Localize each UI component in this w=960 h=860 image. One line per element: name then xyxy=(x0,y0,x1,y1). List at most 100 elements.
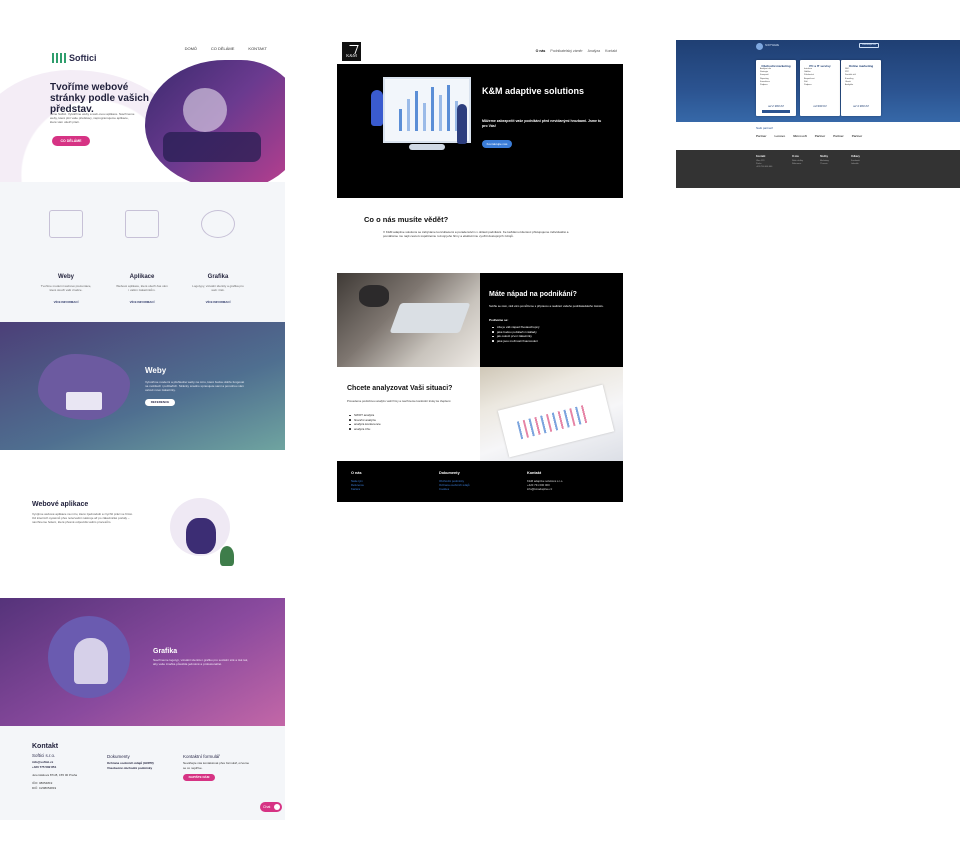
partner-logo: Partner xyxy=(756,134,767,138)
hero-cta-button[interactable]: CO DĚLÁME xyxy=(52,136,90,146)
partner-logo: Partner xyxy=(833,134,844,138)
feature-grid: Máte nápad na podnikání? Svěřte se nám, … xyxy=(337,273,623,461)
footer-row: +420 700 000 000 xyxy=(756,166,773,168)
service-link[interactable]: VÍCE INFORMACÍ xyxy=(178,300,258,304)
service-desc: Tvoříme moderní webové prezentace, které… xyxy=(40,284,92,292)
nav-item-plan[interactable]: Podnikatelský záměr xyxy=(550,49,582,53)
header-contact-button[interactable]: Kontaktujte nás xyxy=(859,43,879,48)
gdpr-link[interactable]: Ochrana osobních údajů (GDPR) xyxy=(107,761,154,765)
pricing-card: PC a IT servisy Instalace Údržba Zálohov… xyxy=(800,60,840,116)
nav-item-contact[interactable]: Kontakt xyxy=(605,49,617,53)
phone-link[interactable]: +420 775 582 851 xyxy=(32,765,56,769)
km-hero: K&M adaptive solutions Můžeme zabezpečit… xyxy=(337,64,623,198)
service-desc: Webové aplikace, které ušetří čas vám i … xyxy=(116,284,168,292)
laptop-photo xyxy=(337,273,480,367)
grafika-illustration xyxy=(48,616,130,698)
easel-base xyxy=(409,144,445,150)
weby-desc: Vytvoříme moderní a přehledné weby na mí… xyxy=(145,380,245,392)
idea-block: Máte nápad na podnikání? Svěřte se nám, … xyxy=(480,273,623,367)
hero-contact-button[interactable]: Kontaktujte nás xyxy=(482,140,512,148)
app-window-icon xyxy=(125,210,159,238)
hero-title: Tvoříme webové stránky podle vašich před… xyxy=(50,82,149,115)
logo[interactable]: Softici xyxy=(52,53,97,63)
footer-contact: Softici s.r.o. info@softici.cz +420 775 … xyxy=(32,753,92,791)
service-link[interactable]: VÍCE INFORMACÍ xyxy=(102,300,182,304)
chat-toggle-icon xyxy=(274,804,280,810)
footer-col: Kontakt Ulice 123 Praha +420 700 000 000 xyxy=(756,155,790,169)
nav-item-analysis[interactable]: Analýza xyxy=(588,49,600,53)
nav-item-about[interactable]: O nás xyxy=(536,49,546,53)
footer-heading: Kontakt xyxy=(32,743,59,750)
terms-link[interactable]: Všeobecné obchodní podmínky xyxy=(107,766,152,770)
hero-section: Softici DOMŮ CO DĚLÁME KONTAKT Tvoříme w… xyxy=(0,40,285,182)
analysis-list: SWOT analýza finanční analýza analýza ko… xyxy=(349,413,473,432)
footer-col-about: O nás Naše tým Reference Kariéra xyxy=(351,471,431,491)
partners-title: Naši partneři xyxy=(756,126,774,130)
chat-label: Chat xyxy=(263,805,271,809)
logo-text: Softici xyxy=(69,53,97,63)
palette-icon xyxy=(201,210,235,238)
pricing-card: Obchodní marketing Analýza trhu Strategi… xyxy=(756,60,796,116)
footer-email[interactable]: info@kmadaptive.cz xyxy=(527,487,607,491)
footer-documents: Dokumenty Ochrana osobních údajů (GDPR) … xyxy=(107,754,172,771)
idea-desc: Svěřte se nám, rádi vám pomůžeme s přípr… xyxy=(489,304,604,308)
footer-col-heading: O nás xyxy=(351,471,362,475)
chat-button[interactable]: Chat xyxy=(260,802,282,812)
card-price: od 990 Kč xyxy=(813,104,827,108)
km-footer: O nás Naše tým Reference Kariéra Dokumen… xyxy=(337,461,623,502)
service-card-weby: Weby Tvoříme moderní webové prezentace, … xyxy=(26,210,106,304)
pricing-card: Online marketing SEO PPC Sociální sítě E… xyxy=(841,60,881,116)
analysis-desc: Provedeme podrobnou analýzu vaší firmy a… xyxy=(347,399,452,403)
apps-desc: Vyvíjíme webové aplikace na míru, které … xyxy=(32,512,133,524)
services-section: Weby Tvoříme moderní webové prezentace, … xyxy=(0,182,285,322)
nav-item-contact[interactable]: KONTAKT xyxy=(248,46,267,51)
logo[interactable]: SOFTWARE xyxy=(756,43,784,51)
apps-title: Webové aplikace xyxy=(32,501,89,508)
list-item: jaké jsou možnosti financování xyxy=(492,339,614,344)
service-title: Aplikace xyxy=(129,274,155,280)
softici-page: Softici DOMŮ CO DĚLÁME KONTAKT Tvoříme w… xyxy=(0,40,285,820)
km-page: K&M O nás Podnikatelský záměr Analýza Ko… xyxy=(337,40,623,502)
km-header: K&M O nás Podnikatelský záměr Analýza Ko… xyxy=(337,40,623,64)
footer-col-heading: Kontakt xyxy=(527,471,542,475)
weby-section: Weby Vytvoříme moderní a přehledné weby … xyxy=(0,322,285,450)
idea-title: Máte nápad na podnikání? xyxy=(489,291,577,298)
main-nav: DOMŮ CO DĚLÁME KONTAKT xyxy=(185,46,267,51)
company-name: Softici s.r.o. xyxy=(32,753,56,758)
partner-logo: Microsoft xyxy=(793,134,807,138)
partner-logo: Partner xyxy=(814,134,826,138)
service-title: Weby xyxy=(58,274,74,280)
card-row: Analytika xyxy=(845,84,854,87)
partners-logos: Partner Lenovo Microsoft Partner Partner… xyxy=(756,134,862,138)
card-price: od 2 900 Kč xyxy=(767,104,784,108)
address: Jeremiášova 871/8, 155 00 Praha xyxy=(32,773,78,777)
list-item: analýza trhu xyxy=(349,427,473,432)
footer-link[interactable]: Kariéra xyxy=(351,487,431,491)
analysis-title: Chcete analyzovat Vaši situaci? xyxy=(347,385,453,392)
weby-illustration xyxy=(38,354,130,420)
footer-link[interactable]: IT servis xyxy=(820,163,854,166)
footer-link[interactable]: Cookies xyxy=(439,487,519,491)
cloud-icon xyxy=(756,43,763,50)
contact-form-button[interactable]: NAPIŠTE NÁM xyxy=(183,774,215,781)
service-link[interactable]: VÍCE INFORMACÍ xyxy=(26,300,106,304)
nav-item-home[interactable]: DOMŮ xyxy=(185,46,197,51)
hero-illustration xyxy=(145,60,285,182)
person-illustration xyxy=(457,104,467,144)
logo-text: SOFTWARE xyxy=(765,44,780,47)
plant-icon xyxy=(220,546,234,566)
analysis-block: Chcete analyzovat Vaši situaci? Provedem… xyxy=(337,367,480,461)
footer-col-contact: Kontakt K&M adaptive solutions s.r.o. +4… xyxy=(527,471,607,491)
footer-link[interactable]: LinkedIn xyxy=(851,163,885,166)
email-link[interactable]: info@softici.cz xyxy=(32,760,53,764)
service-desc: Logotypy, vizuální identity a grafika pr… xyxy=(192,284,244,292)
grafika-section: Grafika Navrhneme logotyp, vizuální iden… xyxy=(0,598,285,726)
nav-item-services[interactable]: CO DĚLÁME xyxy=(211,46,235,51)
apps-illustration xyxy=(150,488,245,578)
reference-button[interactable]: REFERENCE xyxy=(145,399,175,406)
pricing-footer: Kontakt Ulice 123 Praha +420 700 000 000… xyxy=(676,150,960,188)
km-logo[interactable]: K&M xyxy=(342,42,361,61)
footer-col-heading: Odkazy xyxy=(851,155,860,158)
about-section: Co o nás musíte vědět? V K&M adaptive so… xyxy=(337,198,623,273)
card-button[interactable] xyxy=(762,110,790,113)
